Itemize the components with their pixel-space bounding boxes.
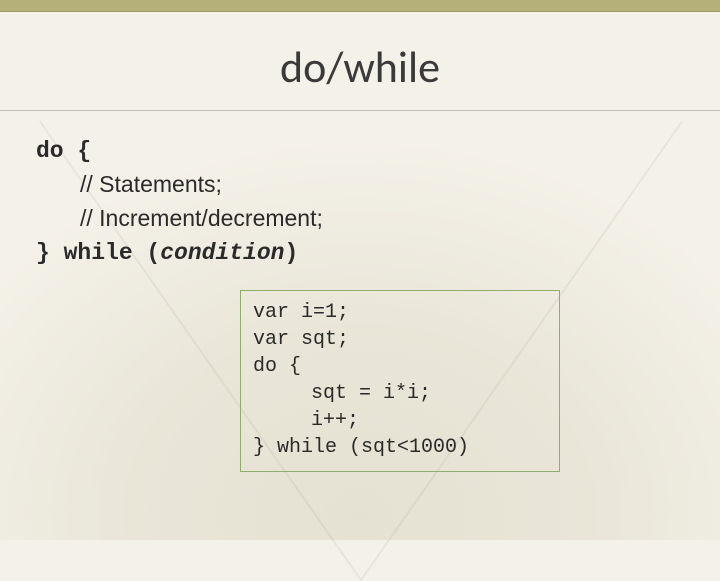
close-brace: } [36, 240, 64, 266]
syntax-block: do { // Statements; // Increment/decreme… [30, 133, 690, 270]
syntax-line-3: // Increment/decrement; [36, 202, 690, 235]
example-line-1: var i=1; [253, 299, 547, 326]
slide-top-border [0, 0, 720, 12]
example-code-box: var i=1; var sqt; do { sqt = i*i; i++; }… [240, 290, 560, 472]
keyword-do: do [36, 138, 64, 164]
example-line-5: i++; [253, 407, 547, 434]
syntax-line-4: } while (condition) [36, 235, 690, 270]
example-line-6: } while (sqt<1000) [253, 434, 547, 461]
keyword-while: while ( [64, 240, 161, 266]
close-paren: ) [284, 240, 298, 266]
slide-title: do/while [30, 22, 690, 110]
open-brace: { [64, 138, 92, 164]
syntax-line-1: do { [36, 133, 690, 168]
example-line-3: do { [253, 353, 547, 380]
example-line-2: var sqt; [253, 326, 547, 353]
example-line-4: sqt = i*i; [253, 380, 547, 407]
syntax-line-2: // Statements; [36, 168, 690, 201]
title-underline [0, 110, 720, 111]
condition-placeholder: condition [160, 240, 284, 266]
slide-content: do/while do { // Statements; // Incremen… [0, 12, 720, 472]
